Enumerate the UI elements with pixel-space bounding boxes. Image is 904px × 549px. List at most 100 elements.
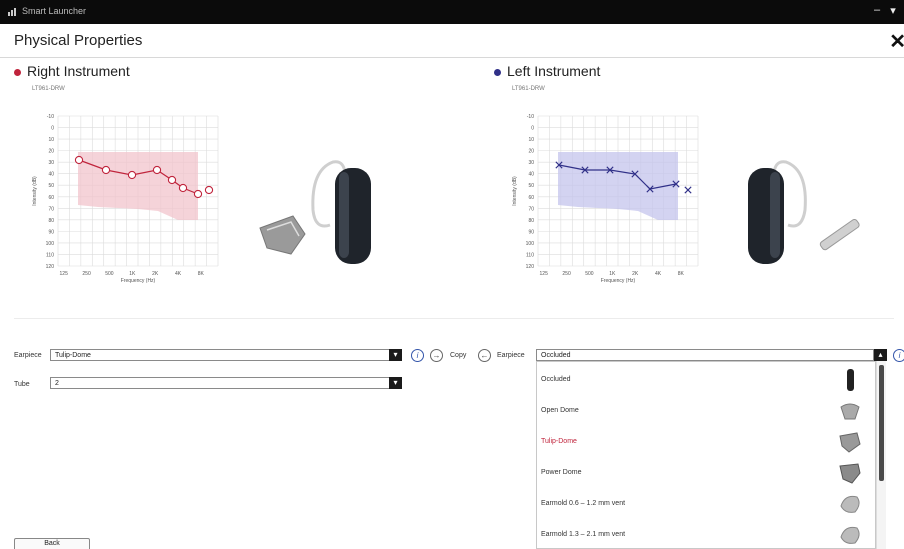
scrollbar-thumb[interactable] — [879, 365, 884, 481]
earpiece-option-earmold-small-vent[interactable]: Earmold 0.6 – 1.2 mm vent — [537, 488, 875, 519]
option-label: Occluded — [541, 376, 571, 383]
copy-right-arrow-icon[interactable]: → — [430, 349, 443, 362]
left-audiogram: -10 0 10 20 30 40 50 60 70 80 90 100 110 120 125 250 500… — [508, 108, 708, 293]
right-audiogram-svg: -10 0 10 20 30 40 50 60 70 80 90 100 110 120 125 250 500… — [32, 114, 219, 284]
option-label: Power Dome — [541, 469, 582, 476]
y-tick-label: 40 — [528, 172, 534, 178]
earpiece-option-power-dome[interactable]: Power Dome — [537, 457, 875, 488]
back-button[interactable]: Back — [14, 538, 90, 549]
y-tick-label: 120 — [46, 264, 55, 270]
copy-left-arrow-icon[interactable]: ← — [478, 349, 491, 362]
x-tick-label: 4K — [655, 271, 662, 277]
right-threshold-point — [178, 183, 188, 193]
y-tick-label: 100 — [46, 241, 55, 247]
y-tick-label: -10 — [527, 114, 534, 120]
y-tick-label: -10 — [47, 114, 54, 120]
earpiece-option-tulip-dome[interactable]: Tulip-Dome — [537, 426, 875, 457]
y-tick-label: 20 — [48, 149, 54, 155]
open-dome-icon — [840, 403, 860, 420]
page-header: Physical Properties ✕ — [0, 24, 904, 58]
minimize-button[interactable]: – — [870, 4, 884, 16]
option-label: Earmold 1.3 – 2.1 mm vent — [541, 531, 626, 538]
section-divider — [14, 318, 894, 319]
x-axis-label: Frequency (Hz) — [121, 278, 156, 284]
dropdown-scrollbar[interactable] — [876, 361, 886, 549]
right-threshold-point — [167, 175, 177, 185]
earmold-icon — [840, 495, 860, 513]
x-tick-label: 250 — [82, 271, 91, 277]
y-tick-label: 90 — [48, 229, 54, 235]
y-tick-label: 100 — [526, 241, 535, 247]
x-tick-label: 8K — [678, 271, 685, 277]
power-dome-icon — [839, 463, 861, 484]
right-hearing-aid-image — [259, 160, 371, 264]
left-info-icon[interactable]: i — [893, 349, 904, 362]
y-tick-label: 0 — [51, 126, 54, 132]
right-info-icon[interactable]: i — [411, 349, 424, 362]
left-audiogram-svg: -10 0 10 20 30 40 50 60 70 80 90 100 110 120 125 250 500… — [512, 114, 699, 284]
copy-label: Copy — [450, 352, 467, 359]
y-axis-label: Intensity (dB) — [512, 176, 518, 206]
app-icon — [8, 8, 16, 16]
right-earpiece-dropdown-button[interactable]: ▾ — [389, 349, 402, 361]
left-model: LT961-DRW — [512, 86, 545, 92]
y-tick-label: 30 — [48, 160, 54, 166]
close-button[interactable]: ✕ — [889, 29, 904, 54]
x-tick-label: 4K — [175, 271, 182, 277]
earpiece-option-open-dome[interactable]: Open Dome — [537, 395, 875, 426]
x-tick-label: 250 — [562, 271, 571, 277]
earmold-icon — [840, 526, 860, 544]
tube-select[interactable]: 2 — [50, 377, 390, 389]
y-tick-label: 10 — [48, 137, 54, 143]
y-tick-label: 30 — [528, 160, 534, 166]
left-earpiece-label: Earpiece — [497, 352, 525, 359]
x-tick-label: 2K — [152, 271, 159, 277]
left-instrument-title: Left Instrument — [507, 63, 601, 79]
earpiece-dropdown-list: Occluded Open Dome Tulip-Dome Power Dome… — [536, 361, 876, 549]
y-tick-label: 50 — [48, 183, 54, 189]
y-tick-label: 70 — [48, 206, 54, 212]
y-tick-label: 20 — [528, 149, 534, 155]
left-earpiece-dropdown-button[interactable]: ▴ — [874, 349, 887, 361]
x-tick-label: 125 — [60, 271, 69, 277]
right-earpiece-label: Earpiece — [14, 352, 42, 359]
left-instrument-heading: Left Instrument — [494, 63, 600, 79]
right-earpiece-select[interactable]: Tulip-Dome — [50, 349, 390, 361]
y-tick-label: 80 — [528, 218, 534, 224]
right-indicator-dot — [14, 68, 21, 76]
x-tick-label: 1K — [609, 271, 616, 277]
occluded-earpiece-icon — [847, 369, 854, 391]
y-tick-label: 60 — [528, 195, 534, 201]
left-indicator-dot — [494, 68, 501, 76]
tulip-dome-icon — [839, 432, 861, 453]
option-label: Tulip-Dome — [541, 438, 577, 445]
y-tick-label: 60 — [48, 195, 54, 201]
right-threshold-point — [74, 155, 84, 165]
y-tick-label: 10 — [528, 137, 534, 143]
pin-button[interactable]: ▾ — [886, 4, 900, 17]
y-tick-label: 70 — [528, 206, 534, 212]
tube-dropdown-button[interactable]: ▾ — [389, 377, 402, 389]
option-label: Open Dome — [541, 407, 579, 414]
right-threshold-point — [101, 165, 111, 175]
window-titlebar: Smart Launcher – ▾ — [0, 0, 904, 24]
left-earpiece-select[interactable]: Occluded — [536, 349, 874, 361]
right-audiogram: -10 0 10 20 30 40 50 60 70 80 90 100 110 120 125 250 500… — [28, 108, 228, 293]
x-tick-label: 8K — [198, 271, 205, 277]
right-threshold-point — [152, 165, 162, 175]
x-tick-label: 125 — [540, 271, 549, 277]
y-tick-label: 110 — [526, 252, 534, 258]
x-tick-label: 500 — [105, 271, 114, 277]
y-tick-label: 120 — [526, 264, 535, 270]
right-threshold-point — [204, 185, 214, 195]
right-threshold-point — [193, 189, 203, 199]
earpiece-option-occluded[interactable]: Occluded — [537, 364, 875, 395]
x-axis-label: Frequency (Hz) — [601, 278, 636, 284]
y-tick-label: 90 — [528, 229, 534, 235]
y-tick-label: 40 — [48, 172, 54, 178]
right-model: LT961-DRW — [32, 86, 65, 92]
earpiece-option-earmold-large-vent[interactable]: Earmold 1.3 – 2.1 mm vent — [537, 519, 875, 548]
x-tick-label: 500 — [585, 271, 594, 277]
page-title: Physical Properties — [14, 32, 143, 49]
left-threshold-point — [684, 186, 692, 194]
